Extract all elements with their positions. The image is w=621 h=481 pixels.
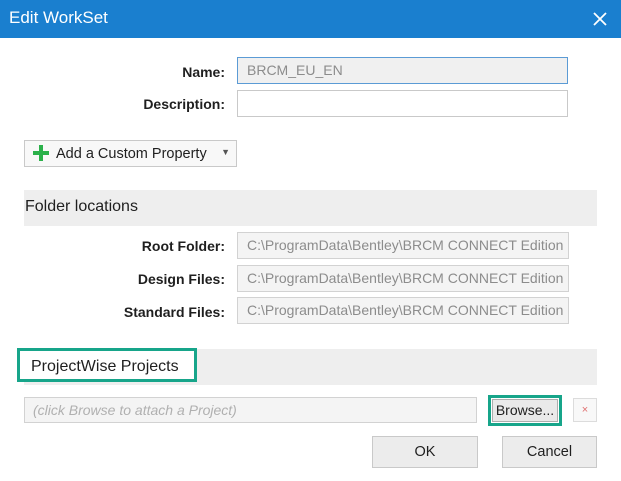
title-bar: Edit WorkSet xyxy=(0,0,621,38)
standard-files-field[interactable]: C:\ProgramData\Bentley\BRCM CONNECT Edit… xyxy=(237,297,569,324)
folder-locations-title: Folder locations xyxy=(25,198,138,215)
browse-button[interactable]: Browse... xyxy=(492,399,558,422)
ok-button[interactable]: OK xyxy=(372,436,478,468)
root-folder-field[interactable]: C:\ProgramData\Bentley\BRCM CONNECT Edit… xyxy=(237,232,569,259)
add-custom-property-button[interactable]: Add a Custom Property ▼ xyxy=(24,140,237,167)
close-button[interactable] xyxy=(585,4,615,34)
plus-icon xyxy=(33,145,49,161)
projectwise-title: ProjectWise Projects xyxy=(31,358,179,375)
standard-files-label: Standard Files: xyxy=(123,304,225,320)
root-folder-label: Root Folder: xyxy=(141,238,225,254)
design-files-label: Design Files: xyxy=(137,271,225,287)
name-label: Name: xyxy=(182,64,225,80)
projectwise-project-field[interactable]: (click Browse to attach a Project) xyxy=(24,397,477,423)
folder-locations-header: Folder locations xyxy=(24,190,597,226)
description-label: Description: xyxy=(143,96,225,112)
cancel-button[interactable]: Cancel xyxy=(502,436,597,468)
caret-down-icon[interactable]: ▼ xyxy=(221,147,230,157)
remove-icon[interactable]: × xyxy=(573,398,597,422)
name-field[interactable]: BRCM_EU_EN xyxy=(237,57,568,84)
add-custom-property-label: Add a Custom Property xyxy=(56,146,207,162)
design-files-field[interactable]: C:\ProgramData\Bentley\BRCM CONNECT Edit… xyxy=(237,265,569,292)
description-field[interactable] xyxy=(237,90,568,117)
close-icon xyxy=(593,12,607,26)
window-title: Edit WorkSet xyxy=(9,8,108,27)
